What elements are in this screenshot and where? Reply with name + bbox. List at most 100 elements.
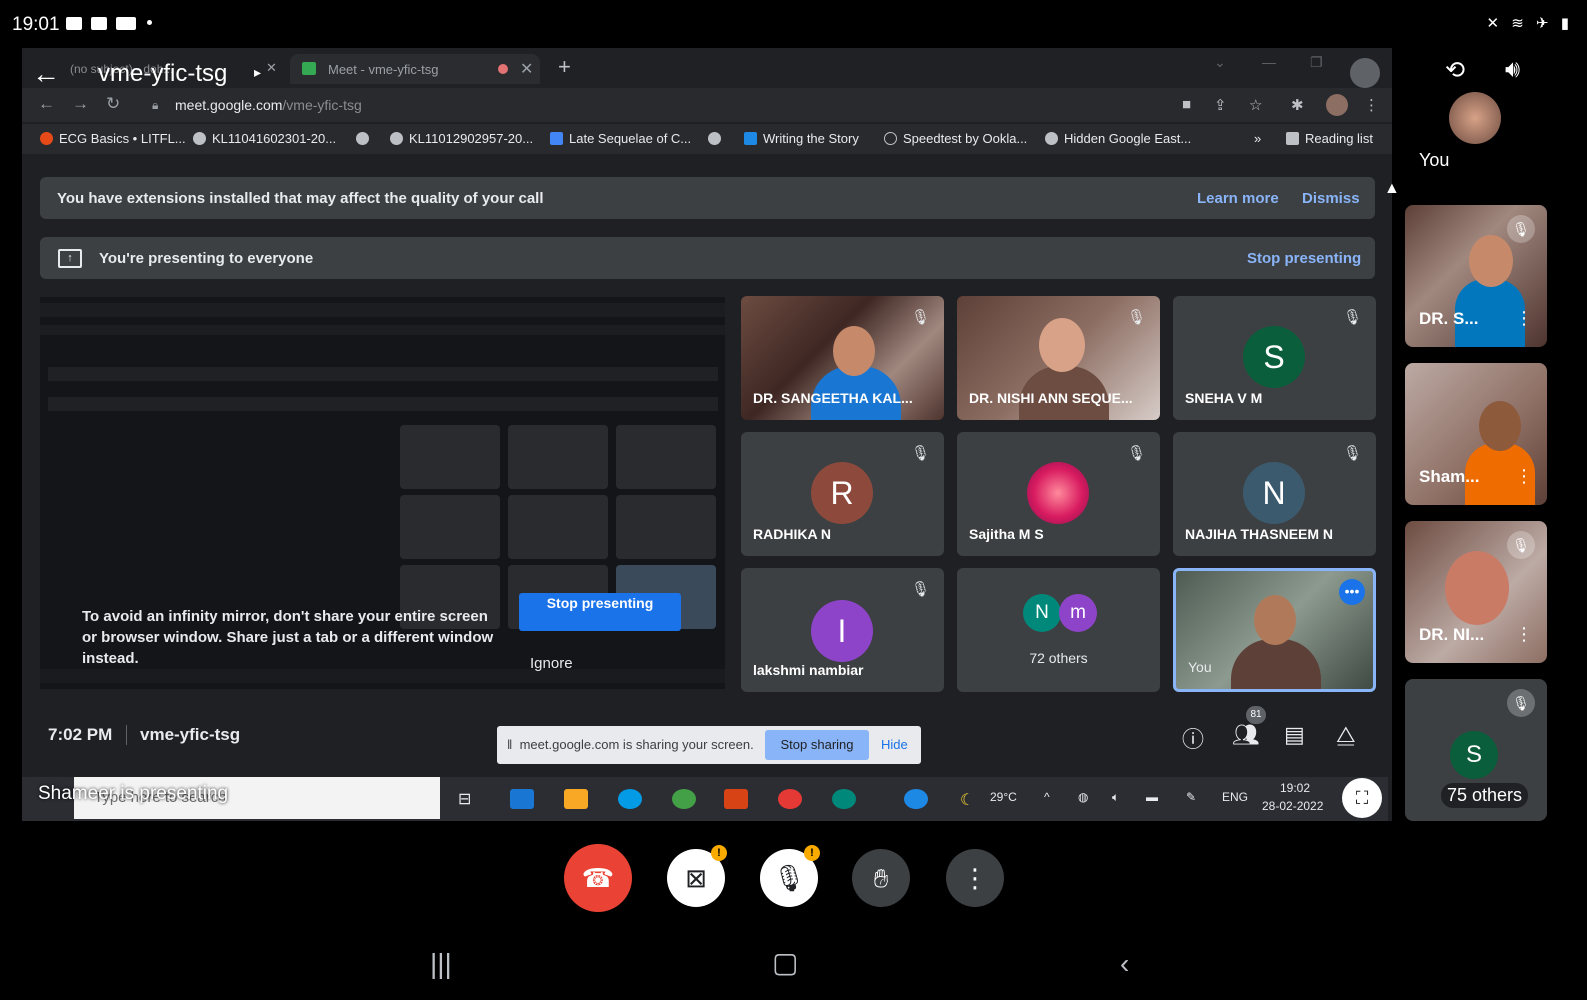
powerpoint-icon[interactable] [724,789,748,809]
reading-list-icon [1286,132,1299,145]
warning-icon: ! [804,845,820,861]
people-icon[interactable]: 👥︎ [1232,722,1260,748]
dismiss-link[interactable]: Dismiss [1302,190,1360,207]
bookmark-item[interactable]: KL11012902957-20... [390,131,533,146]
more-options-icon[interactable]: ⋮ [1515,624,1533,645]
speaker-icon[interactable]: 🔊︎ [1505,56,1520,84]
mic-off-icon: 🎙︎ [1342,445,1362,462]
stop-sharing-button[interactable]: Stop sharing [765,730,869,760]
bookmark-item[interactable]: Late Sequelae of C... [550,131,691,146]
bookmark-item[interactable] [708,131,727,146]
participant-tile[interactable]: N 🎙︎ NAJIHA THASNEEM N [1173,432,1376,556]
minimize-icon[interactable]: — [1262,54,1276,70]
profile-avatar[interactable] [1326,94,1348,116]
side-others-tile[interactable]: 🎙︎ S 75 others [1405,679,1547,821]
bookmark-item[interactable]: Hidden Google East... [1045,131,1191,146]
presenting-label: Shameer is presenting [38,783,229,804]
browser-tab-meet[interactable]: Meet - vme-yfic-tsg ✕ [290,54,540,84]
info-icon[interactable]: ⓘ [1182,722,1204,754]
side-participant-tile[interactable]: 🎙︎ DR. S... ⋮ [1405,205,1547,347]
more-options-button[interactable]: ⋮ [946,849,1004,907]
back-icon[interactable]: ‹ [1120,948,1129,980]
more-options-icon[interactable]: ⋮ [1515,308,1533,329]
url-field[interactable]: meet.google.com/vme-yfic-tsg [175,97,362,113]
hide-button[interactable]: Hide [881,737,908,752]
side-participant-tile[interactable]: Sham... ⋮ [1405,363,1547,505]
bookmark-item[interactable]: Speedtest by Ookla... [884,131,1027,146]
battery-icon[interactable]: ▬ [1146,790,1158,804]
preview-urlbar [40,325,725,335]
network-icon[interactable]: ◍ [1078,790,1088,804]
mic-off-icon: 🎙︎ [1126,309,1146,326]
participant-body [1231,639,1321,689]
nav-back-icon[interactable]: ← [38,94,55,114]
side-participant-tile[interactable]: 🎙︎ DR. NI... ⋮ [1405,521,1547,663]
chrome-icon[interactable] [672,789,696,809]
fullscreen-icon[interactable]: ⛶ [1342,778,1382,818]
nav-forward-icon[interactable]: → [72,94,89,114]
participant-tile[interactable]: 🎙︎ Sajitha M S [957,432,1160,556]
camera-off-button[interactable]: ⊠! [667,845,727,907]
activities-icon[interactable]: ⧋ [1336,722,1356,748]
task-view-icon[interactable]: ⊟ [458,789,482,809]
reload-icon[interactable]: ↻ [106,94,120,114]
self-tile[interactable]: ••• You [1173,568,1376,692]
back-arrow-icon[interactable]: ← [32,58,60,90]
more-options-icon[interactable]: ••• [1339,579,1365,605]
participant-tile[interactable]: S 🎙︎ SNEHA V M [1173,296,1376,420]
bookmark-item[interactable]: Writing the Story [744,131,859,146]
menu-dots-icon[interactable]: ⋮ [1364,96,1379,114]
recent-apps-icon[interactable]: ||| [430,948,452,980]
chrome-icon[interactable] [832,789,856,809]
others-tile[interactable]: N m 72 others [957,568,1160,692]
restore-icon[interactable]: ❐ [1310,54,1323,71]
switch-camera-icon[interactable]: ⟲ [1445,56,1465,85]
flower-avatar [1027,462,1089,524]
more-options-icon[interactable]: ⋮ [1515,466,1533,487]
end-call-button[interactable]: ☎ [564,844,632,912]
bookmarks-overflow[interactable]: » [1254,131,1261,146]
participant-tile[interactable]: I 🎙︎ lakshmi nambiar [741,568,944,692]
bookmark-item[interactable]: KL11041602301-20... [193,131,336,146]
chevron-down-icon[interactable]: ⌄ [1214,54,1226,71]
file-explorer-icon[interactable] [564,789,588,809]
avatar: R [811,462,873,524]
new-tab-icon[interactable]: + [558,54,571,80]
participant-tile[interactable]: 🎙︎ DR. SANGEETHA KAL... [741,296,944,420]
bookmark-label: Speedtest by Ookla... [903,131,1028,146]
learn-more-link[interactable]: Learn more [1197,190,1279,207]
self-header: ⟲ 🔊︎ You [1405,50,1547,190]
share-icon[interactable]: ⇪ [1214,96,1227,114]
participant-tile[interactable]: 🎙︎ DR. NISHI ANN SEQUE... [957,296,1160,420]
participant-tile[interactable]: R 🎙︎ RADHIKA N [741,432,944,556]
home-icon[interactable]: ▢ [772,946,798,979]
camera-icon[interactable]: ■ [1182,96,1191,113]
bookmark-icon [550,132,563,145]
ignore-button[interactable]: Ignore [530,655,573,672]
chrome-icon[interactable] [778,789,802,809]
volume-icon[interactable]: 🔈︎ [1112,790,1119,805]
extensions-icon[interactable]: ✱ [1291,96,1304,114]
raise-hand-button[interactable]: ✋︎ [852,849,910,907]
participant-name: Sajitha M S [969,526,1044,542]
chat-icon[interactable]: ▤ [1284,722,1305,748]
pen-icon[interactable]: ✎ [1186,790,1196,804]
mail-app-icon[interactable] [510,789,534,809]
avatar: S [1450,731,1498,779]
mic-off-button[interactable]: 🎙︎! [760,845,820,907]
stop-presenting-button[interactable]: Stop presenting [519,593,681,631]
star-icon[interactable]: ☆ [1249,96,1262,114]
participant-name: Sham... [1419,467,1480,486]
tab-close-icon[interactable]: ✕ [520,59,533,79]
stop-presenting-link[interactable]: Stop presenting [1247,250,1361,267]
language-indicator[interactable]: ENG [1222,790,1248,804]
tray-chevron-icon[interactable]: ^ [1044,790,1050,804]
tab-close-icon[interactable]: ✕ [266,60,277,76]
help-icon[interactable] [904,789,928,809]
bookmark-item[interactable]: ECG Basics • LITFL... [40,131,186,146]
bookmark-item[interactable] [356,131,375,146]
edge-icon[interactable] [618,789,642,809]
preview-tile [508,425,608,489]
reading-list[interactable]: Reading list [1286,131,1373,146]
sharing-notice-label: meet.google.com is sharing your screen. [519,737,754,752]
